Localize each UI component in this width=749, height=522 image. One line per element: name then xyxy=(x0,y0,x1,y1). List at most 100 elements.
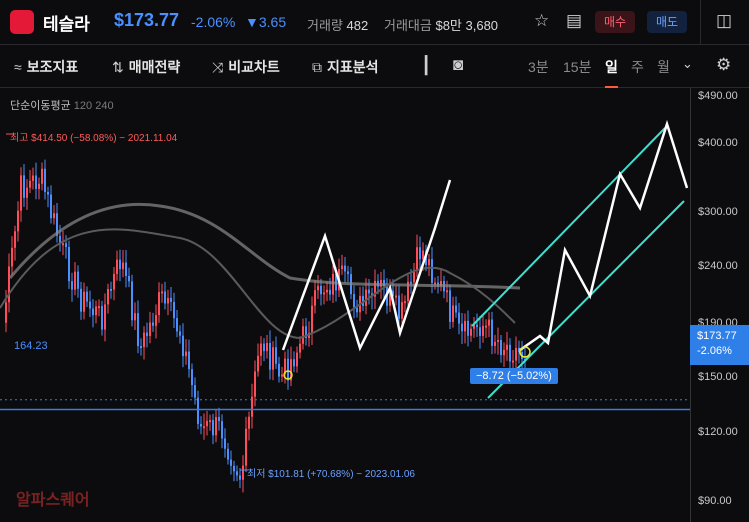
toolbar-analysis[interactable]: ⧉ 지표분석 xyxy=(312,57,379,77)
candle xyxy=(485,325,487,328)
candle xyxy=(302,326,304,344)
candle xyxy=(242,465,244,480)
sell-button[interactable]: 매도 xyxy=(647,11,688,33)
candle xyxy=(140,346,142,349)
volume-label: 거래량 xyxy=(307,18,343,33)
candle xyxy=(227,448,229,460)
candle xyxy=(455,305,457,313)
period-week[interactable]: 주 xyxy=(631,57,644,77)
candle xyxy=(431,259,433,283)
drawing-zigzag-left xyxy=(281,179,452,352)
candle xyxy=(347,271,349,275)
candle xyxy=(167,297,169,304)
candle xyxy=(149,322,151,337)
candle xyxy=(275,347,277,364)
candle xyxy=(506,344,508,350)
candle xyxy=(110,288,112,291)
y-tick: $90.00 xyxy=(698,495,732,507)
candle xyxy=(329,289,331,295)
candle xyxy=(509,344,511,362)
candle xyxy=(314,290,316,306)
candle xyxy=(428,259,430,266)
candle xyxy=(35,175,37,189)
candle xyxy=(482,325,484,336)
candle xyxy=(194,385,196,398)
toolbar-indicator[interactable]: ≈ 보조지표 xyxy=(14,57,78,77)
stock-title: 테슬라 xyxy=(43,15,90,34)
drawing-zigzag-right xyxy=(519,119,689,352)
buy-button[interactable]: 매수 xyxy=(595,11,636,33)
candle xyxy=(488,319,490,326)
candle xyxy=(134,313,136,321)
volume-value: 482 xyxy=(346,18,369,33)
candle xyxy=(65,243,67,248)
candle xyxy=(449,290,451,322)
candle xyxy=(512,360,514,363)
candle xyxy=(398,295,400,319)
current-pct-label: -2.06% xyxy=(697,345,732,357)
sidebar-icon[interactable]: ◫ xyxy=(716,11,732,31)
candle xyxy=(74,271,76,290)
period-month[interactable]: 월 xyxy=(657,57,670,77)
candle xyxy=(212,420,214,436)
candle-icon[interactable]: ┃ xyxy=(421,56,431,76)
candle xyxy=(32,175,34,181)
candle xyxy=(86,291,88,302)
y-tick: $400.00 xyxy=(698,137,738,149)
candle xyxy=(461,323,463,332)
candle xyxy=(170,297,172,302)
toolbar-strategy[interactable]: ⇅ 매매전략 xyxy=(112,57,180,77)
delta-label: −8.72 (−5.02%) xyxy=(470,368,558,384)
candle xyxy=(236,471,238,476)
candle xyxy=(446,290,448,293)
candle xyxy=(95,306,97,316)
star-icon[interactable]: ☆ xyxy=(534,11,549,31)
amount-value: $8만 3,680 xyxy=(435,18,499,33)
candle xyxy=(11,247,13,267)
period-day[interactable]: 일 xyxy=(605,57,618,88)
candle xyxy=(17,210,19,232)
candle xyxy=(125,262,127,277)
candle xyxy=(209,420,211,423)
indicator-icon: ≈ xyxy=(14,59,22,75)
candle xyxy=(416,247,418,270)
clipboard-icon[interactable]: ▤ xyxy=(566,11,582,31)
current-price-label: $173.77 xyxy=(697,330,737,342)
candle xyxy=(365,289,367,306)
candle xyxy=(188,351,190,370)
candle xyxy=(26,187,28,198)
candle xyxy=(191,369,193,386)
price-chart[interactable] xyxy=(0,88,690,522)
toolbar-label: 매매전략 xyxy=(128,59,181,75)
candle xyxy=(152,322,154,326)
toolbar-compare[interactable]: ⤨ 비교차트 xyxy=(212,57,280,77)
candle xyxy=(230,459,232,466)
watermark-logo: 알파스퀘어 xyxy=(16,492,90,509)
candle xyxy=(491,319,493,346)
settings-icon[interactable]: ⚙ xyxy=(716,55,731,75)
tesla-logo xyxy=(10,10,34,34)
candle xyxy=(269,343,271,370)
period-3min[interactable]: 3분 xyxy=(528,57,549,77)
candle xyxy=(173,301,175,319)
period-15min[interactable]: 15분 xyxy=(563,57,591,77)
candle xyxy=(101,306,103,330)
camera-icon[interactable]: ◙ xyxy=(453,55,463,75)
compare-icon: ⤨ xyxy=(212,59,224,75)
candle xyxy=(401,302,403,319)
candle xyxy=(272,347,274,370)
amount-label: 거래대금 xyxy=(384,18,432,33)
chevron-down-icon[interactable]: ⌄ xyxy=(682,56,693,72)
candle xyxy=(47,191,49,195)
candle xyxy=(296,352,298,367)
candle xyxy=(515,347,517,361)
candle xyxy=(146,332,148,337)
candle xyxy=(92,308,94,316)
candle xyxy=(14,231,16,248)
candle xyxy=(206,420,208,427)
candle xyxy=(38,183,40,189)
candle xyxy=(68,247,70,282)
header-bar: 테슬라 $173.77 -2.06% ▼3.65 거래량 482 거래대금 $8… xyxy=(0,0,749,45)
candle xyxy=(419,247,421,260)
candle xyxy=(395,295,397,298)
